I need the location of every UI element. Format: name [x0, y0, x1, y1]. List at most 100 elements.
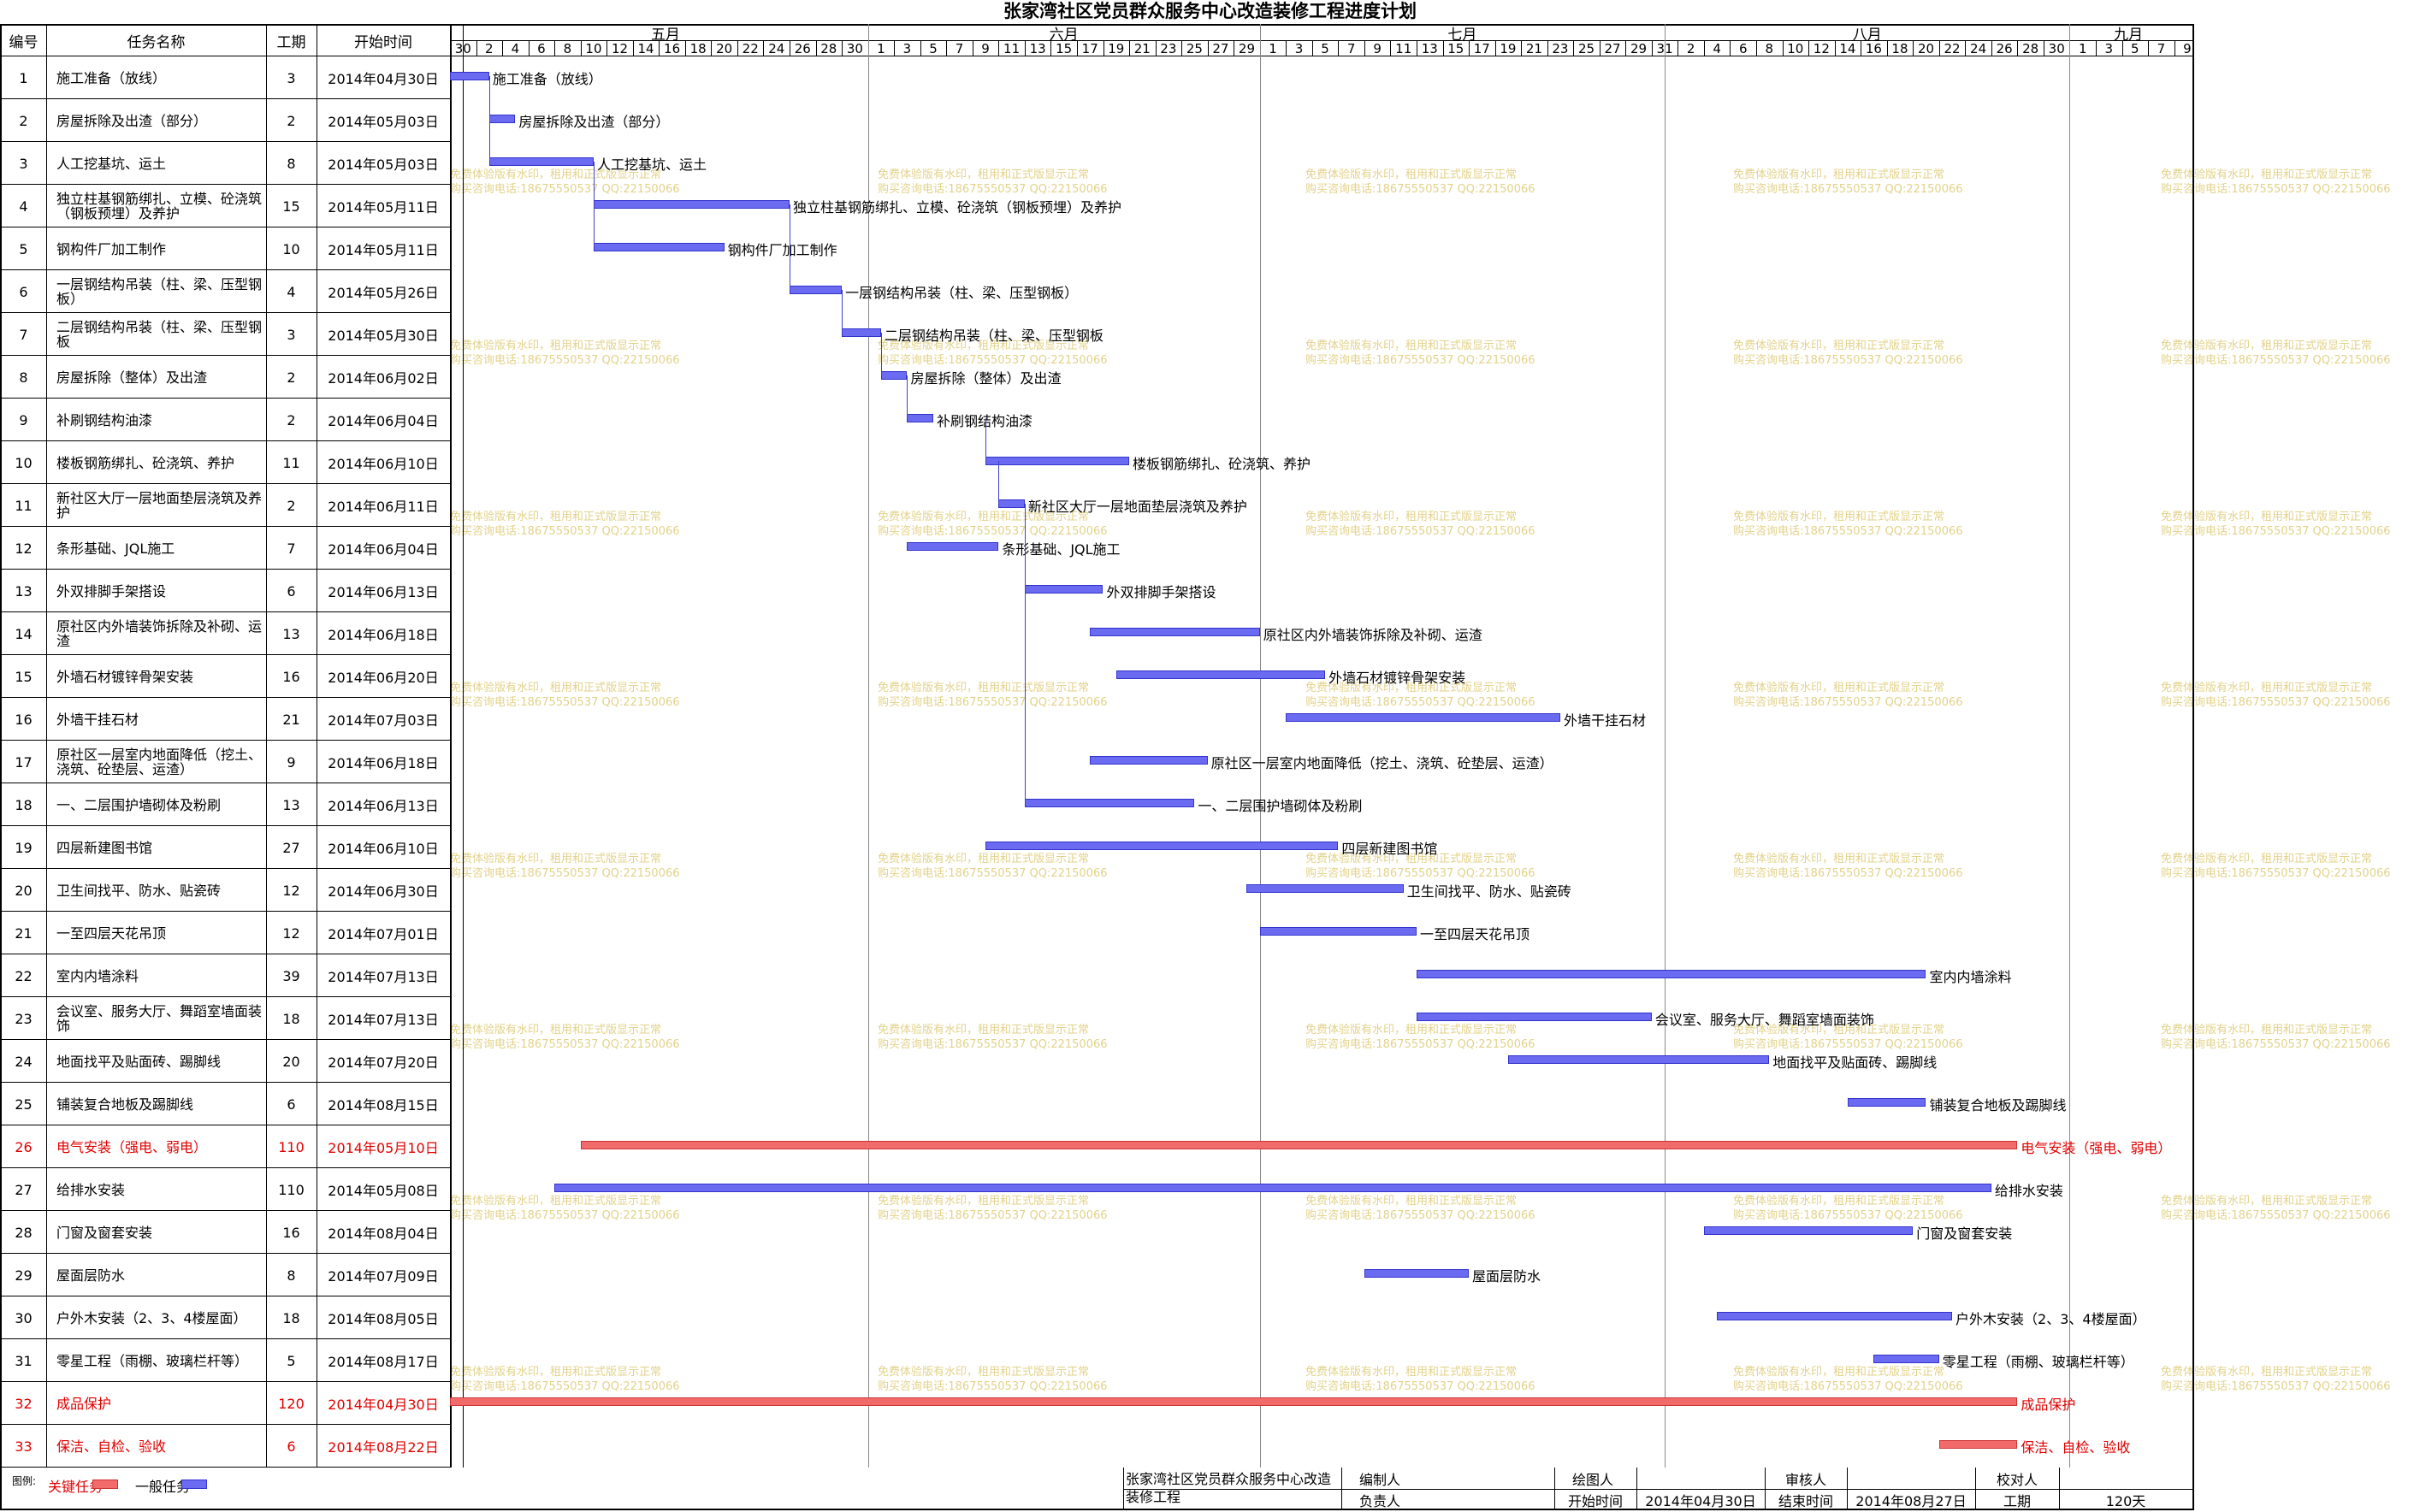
gantt-bar[interactable]: [450, 72, 489, 80]
watermark-line: 免费体验版有水印，租用和正式版显示正常: [2161, 168, 2373, 181]
gantt-bar-label: 人工挖基坑、运土: [596, 157, 707, 173]
day-tick: 21: [1133, 40, 1151, 56]
task-duration: 3: [287, 326, 296, 343]
task-id: 14: [15, 625, 33, 642]
footer-project-name: 张家湾社区党员群众服务中心改造装修工程: [1126, 1471, 1332, 1505]
gantt-bar[interactable]: [580, 1141, 2018, 1149]
watermark: 免费体验版有水印，租用和正式版显示正常 购买咨询电话:18675550537 QQ…: [2161, 852, 2391, 881]
gantt-bar[interactable]: [1090, 756, 1208, 765]
task-id: 8: [19, 369, 28, 386]
gantt-bar[interactable]: [1416, 1013, 1652, 1021]
day-tick: 7: [955, 40, 964, 56]
day-tick-line: [2148, 40, 2150, 56]
day-tick-line: [1338, 40, 1340, 56]
gantt-bar[interactable]: [1507, 1055, 1770, 1064]
day-tick: 3: [1294, 40, 1304, 56]
day-tick: 14: [637, 40, 654, 56]
watermark-line: 购买咨询电话:18675550537 QQ:22150066: [2161, 354, 2391, 367]
gantt-bar[interactable]: [1024, 799, 1195, 807]
task-start: 2014年06月18日: [328, 627, 439, 643]
gantt-bar[interactable]: [593, 243, 725, 251]
gantt-bar[interactable]: [790, 286, 843, 294]
gantt-bar[interactable]: [1938, 1440, 2018, 1449]
day-tick: 5: [2131, 40, 2139, 56]
day-tick-line: [1834, 40, 1836, 56]
task-start: 2014年05月11日: [328, 242, 439, 258]
task-duration: 20: [282, 1053, 300, 1070]
gantt-bar[interactable]: [998, 499, 1025, 508]
day-tick-line: [1938, 40, 1940, 56]
gantt-bar[interactable]: [1259, 927, 1417, 936]
task-name: 四层新建图书馆: [56, 839, 153, 856]
day-tick: 8: [1765, 40, 1774, 56]
gantt-bar[interactable]: [1717, 1312, 1953, 1320]
month-label: 八月: [1852, 26, 1882, 44]
task-name: 独立柱基钢筋绑扎、立模、砼浇筑（钢板预埋）及养护: [56, 191, 262, 221]
task-id: 31: [15, 1352, 33, 1369]
gantt-bar[interactable]: [985, 842, 1339, 850]
watermark-line: 购买咨询电话:18675550537 QQ:22150066: [450, 525, 680, 538]
day-tick-line: [1730, 40, 1731, 56]
gantt-bar[interactable]: [1246, 884, 1404, 893]
column-header-dur: 工期: [276, 33, 306, 51]
gantt-bar[interactable]: [488, 115, 516, 123]
gantt-bar[interactable]: [1090, 628, 1260, 636]
gantt-bar[interactable]: [1703, 1226, 1914, 1235]
day-tick-line: [1024, 40, 1026, 56]
watermark-line: 免费体验版有水印，租用和正式版显示正常: [878, 168, 1090, 181]
watermark-line: 免费体验版有水印，租用和正式版显示正常: [450, 1024, 662, 1037]
watermark-line: 免费体验版有水印，租用和正式版显示正常: [1733, 340, 1945, 352]
dependency-line: [594, 162, 595, 247]
gantt-bar[interactable]: [554, 1184, 1991, 1192]
day-tick: 5: [1321, 40, 1329, 56]
watermark-line: 免费体验版有水印，租用和正式版显示正常: [1305, 1024, 1518, 1037]
day-tick: 23: [1160, 40, 1177, 56]
gantt-bar-label: 原社区内外墙装饰拆除及补砌、运渣: [1263, 627, 1482, 643]
gantt-bar[interactable]: [488, 157, 594, 166]
gantt-bar[interactable]: [907, 414, 933, 422]
gantt-bar[interactable]: [842, 328, 881, 337]
gantt-bar[interactable]: [880, 371, 908, 380]
task-name: 户外木安装（2、3、4楼屋面）: [56, 1309, 247, 1326]
task-id: 13: [15, 582, 33, 599]
task-start: 2014年07月09日: [328, 1268, 439, 1285]
gantt-bar[interactable]: [1847, 1098, 1926, 1107]
gantt-bar-label: 卫生间找平、防水、贴瓷砖: [1406, 883, 1571, 900]
day-tick: 1: [877, 40, 885, 56]
watermark-line: 购买咨询电话:18675550537 QQ:22150066: [450, 1209, 680, 1222]
gantt-bar[interactable]: [1364, 1269, 1470, 1278]
day-tick: 13: [1029, 40, 1046, 56]
task-duration: 16: [282, 668, 300, 685]
day-tick: 19: [1500, 40, 1517, 56]
gantt-bar[interactable]: [1115, 670, 1326, 679]
gantt-bar-label: 外墙干挂石材: [1563, 712, 1646, 729]
watermark-line: 免费体验版有水印，租用和正式版显示正常: [878, 1366, 1090, 1379]
day-tick: 15: [1447, 40, 1464, 56]
dependency-line: [998, 461, 999, 504]
gantt-bar[interactable]: [907, 542, 999, 551]
task-id: 10: [15, 454, 33, 471]
gantt-bar[interactable]: [450, 1397, 2018, 1406]
task-name: 室内内墙涂料: [56, 967, 139, 984]
gantt-bar[interactable]: [1024, 585, 1103, 594]
gantt-bar[interactable]: [1286, 713, 1560, 722]
task-start: 2014年04月30日: [328, 1397, 439, 1413]
day-tick: 10: [585, 40, 602, 56]
watermark: 免费体验版有水印，租用和正式版显示正常 购买咨询电话:18675550537 QQ…: [450, 852, 680, 881]
task-name: 二层钢结构吊装（柱、梁、压型钢板: [56, 319, 262, 350]
day-tick: 30: [846, 40, 863, 56]
watermark-line: 免费体验版有水印，租用和正式版显示正常: [450, 1366, 662, 1379]
task-start: 2014年06月30日: [328, 883, 439, 900]
task-id: 18: [15, 796, 33, 813]
gantt-bar-label: 电气安装（强电、弱电）: [2021, 1140, 2172, 1156]
gantt-bar[interactable]: [1416, 970, 1926, 978]
task-duration: 13: [282, 625, 300, 642]
day-tick-line: [1129, 40, 1131, 56]
watermark-line: 免费体验版有水印，租用和正式版显示正常: [878, 1024, 1090, 1037]
gantt-bar[interactable]: [985, 457, 1130, 465]
day-tick: 13: [1421, 40, 1438, 56]
gantt-bar-label: 施工准备（放线）: [492, 71, 602, 87]
gantt-bar[interactable]: [1873, 1355, 1939, 1363]
gantt-bar[interactable]: [593, 200, 790, 209]
watermark-line: 免费体验版有水印，租用和正式版显示正常: [2161, 511, 2373, 523]
